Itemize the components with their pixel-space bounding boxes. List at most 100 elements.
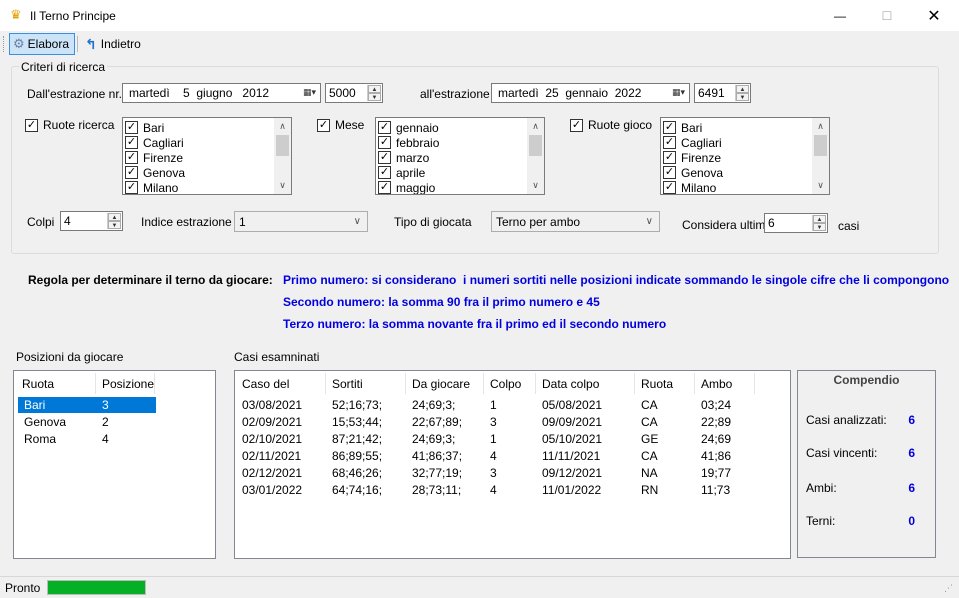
spin-down-icon[interactable]: ▼ [736, 93, 749, 101]
spin-up-icon[interactable]: ▲ [368, 85, 381, 93]
spin-down-icon[interactable]: ▼ [813, 223, 826, 231]
item-checkbox[interactable]: ✓ [378, 166, 391, 179]
item-checkbox[interactable]: ✓ [663, 151, 676, 164]
list-item[interactable]: ✓ Cagliari [123, 135, 291, 150]
list-item[interactable]: ✓ gennaio [376, 120, 544, 135]
item-checkbox[interactable]: ✓ [378, 181, 391, 194]
gear-icon: ⚙ [13, 36, 25, 51]
list-item[interactable]: ✓ Bari [661, 120, 829, 135]
table-row[interactable]: Genova 2 [18, 414, 156, 430]
list-item[interactable]: ✓ Milano [661, 180, 829, 194]
column-header-data-colpo[interactable]: Data colpo [536, 373, 635, 394]
table-row[interactable]: 03/01/2022 64;74;16; 28;73;11; 4 11/01/2022 R… [235, 482, 755, 498]
scroll-down-icon[interactable]: ∨ [812, 177, 829, 194]
to-date-picker[interactable]: martedì 25 gennaio 2022 ▦▾ [491, 83, 690, 103]
column-header-posizione[interactable]: Posizione [96, 373, 155, 394]
spin-down-icon[interactable]: ▼ [108, 221, 121, 229]
item-checkbox[interactable]: ✓ [663, 166, 676, 179]
vertical-scrollbar[interactable]: ∧ ∨ [527, 118, 544, 194]
scroll-down-icon[interactable]: ∨ [274, 177, 291, 194]
list-item[interactable]: ✓ marzo [376, 150, 544, 165]
minimize-button[interactable]: — [817, 0, 863, 31]
cell-ambo: 24;69 [701, 432, 732, 446]
table-row[interactable]: 02/12/2021 68;46;26; 32;77;19; 3 09/12/2021 N… [235, 465, 755, 481]
ruote-gioco-checkbox-row[interactable]: ✓ Ruote gioco [570, 118, 652, 132]
close-button[interactable]: ✕ [911, 0, 957, 31]
item-checkbox[interactable]: ✓ [125, 136, 138, 149]
ruote-gioco-list[interactable]: ✓ Bari ✓ Cagliari ✓ Firenze ✓ Genova ✓ Milano… [660, 117, 830, 195]
toolbar-grip[interactable] [3, 36, 6, 52]
item-checkbox[interactable]: ✓ [125, 151, 138, 164]
scroll-up-icon[interactable]: ∧ [274, 118, 291, 135]
column-header-da-giocare[interactable]: Da giocare [406, 373, 484, 394]
item-checkbox[interactable]: ✓ [378, 151, 391, 164]
spin-up-icon[interactable]: ▲ [736, 85, 749, 93]
indietro-button[interactable]: ↰ Indietro [82, 33, 146, 55]
item-checkbox[interactable]: ✓ [125, 121, 138, 134]
to-number-stepper[interactable]: 6491 ▲ ▼ [694, 83, 751, 103]
colpi-stepper[interactable]: 4 ▲ ▼ [60, 211, 123, 231]
item-checkbox[interactable]: ✓ [378, 121, 391, 134]
column-header-sortiti[interactable]: Sortiti [326, 373, 406, 394]
scroll-thumb[interactable] [814, 135, 827, 156]
table-row[interactable]: 03/08/2021 52;16;73; 24;69;3; 1 05/08/2021 CA… [235, 397, 755, 413]
column-header-caso[interactable]: Caso del [236, 373, 326, 394]
list-item[interactable]: ✓ Genova [123, 165, 291, 180]
ruote-gioco-checkbox[interactable]: ✓ [570, 118, 583, 132]
elabora-button[interactable]: ⚙ Elabora [9, 33, 75, 55]
scroll-up-icon[interactable]: ∧ [812, 118, 829, 135]
vertical-scrollbar[interactable]: ∧ ∨ [812, 118, 829, 194]
item-checkbox[interactable]: ✓ [663, 136, 676, 149]
item-checkbox[interactable]: ✓ [125, 181, 138, 194]
considera-spin[interactable]: ▲ ▼ [812, 215, 826, 231]
item-checkbox[interactable]: ✓ [663, 181, 676, 194]
column-header-colpo[interactable]: Colpo [484, 373, 536, 394]
list-item[interactable]: ✓ Genova [661, 165, 829, 180]
list-item[interactable]: ✓ Firenze [661, 150, 829, 165]
ruote-ricerca-checkbox[interactable]: ✓ [25, 118, 38, 132]
scroll-down-icon[interactable]: ∨ [527, 177, 544, 194]
from-number-stepper[interactable]: 5000 ▲ ▼ [325, 83, 383, 103]
list-item[interactable]: ✓ Milano [123, 180, 291, 194]
column-header-ruota[interactable]: Ruota [635, 373, 695, 394]
item-checkbox[interactable]: ✓ [378, 136, 391, 149]
cases-list[interactable]: Caso del Sortiti Da giocare Colpo Data c… [234, 370, 791, 559]
table-row[interactable]: 02/10/2021 87;21;42; 24;69;3; 1 05/10/2021 GE… [235, 431, 755, 447]
list-item[interactable]: ✓ aprile [376, 165, 544, 180]
mese-checkbox[interactable]: ✓ [317, 118, 330, 132]
indice-select[interactable]: 1 ∨ [234, 211, 368, 232]
item-checkbox[interactable]: ✓ [125, 166, 138, 179]
list-item[interactable]: ✓ Firenze [123, 150, 291, 165]
list-item[interactable]: ✓ maggio [376, 180, 544, 194]
ruote-ricerca-checkbox-row[interactable]: ✓ Ruote ricerca [25, 118, 114, 132]
spin-up-icon[interactable]: ▲ [813, 215, 826, 223]
positions-list[interactable]: Ruota Posizione Bari 3 Genova 2 Roma 4 [13, 370, 216, 559]
from-number-spin[interactable]: ▲ ▼ [367, 85, 381, 101]
scroll-up-icon[interactable]: ∧ [527, 118, 544, 135]
column-header-ruota[interactable]: Ruota [16, 373, 96, 394]
table-row[interactable]: 02/11/2021 86;89;55; 41;86;37; 4 11/11/2021 C… [235, 448, 755, 464]
colpi-spin[interactable]: ▲ ▼ [107, 213, 121, 229]
table-row[interactable]: Bari 3 [18, 397, 156, 413]
resize-grip-icon[interactable]: ⋰ [944, 583, 953, 594]
list-item[interactable]: ✓ Bari [123, 120, 291, 135]
column-header-ambo[interactable]: Ambo [695, 373, 755, 394]
mese-list[interactable]: ✓ gennaio ✓ febbraio ✓ marzo ✓ aprile ✓ maggi… [375, 117, 545, 195]
vertical-scrollbar[interactable]: ∧ ∨ [274, 118, 291, 194]
list-item[interactable]: ✓ Cagliari [661, 135, 829, 150]
item-checkbox[interactable]: ✓ [663, 121, 676, 134]
scroll-thumb[interactable] [276, 135, 289, 156]
table-row[interactable]: 02/09/2021 15;53;44; 22;67;89; 3 09/09/2021 C… [235, 414, 755, 430]
mese-checkbox-row[interactable]: ✓ Mese [317, 118, 364, 132]
table-row[interactable]: Roma 4 [18, 431, 156, 447]
to-number-spin[interactable]: ▲ ▼ [735, 85, 749, 101]
from-date-picker[interactable]: martedì 5 giugno 2012 ▦▾ [122, 83, 321, 103]
considera-stepper[interactable]: 6 ▲ ▼ [764, 213, 828, 233]
maximize-button[interactable]: ☐ [864, 0, 910, 31]
ruote-ricerca-list[interactable]: ✓ Bari ✓ Cagliari ✓ Firenze ✓ Genova ✓ Milano… [122, 117, 292, 195]
tipo-select[interactable]: Terno per ambo ∨ [491, 211, 660, 232]
scroll-thumb[interactable] [529, 135, 542, 156]
list-item[interactable]: ✓ febbraio [376, 135, 544, 150]
spin-up-icon[interactable]: ▲ [108, 213, 121, 221]
spin-down-icon[interactable]: ▼ [368, 93, 381, 101]
